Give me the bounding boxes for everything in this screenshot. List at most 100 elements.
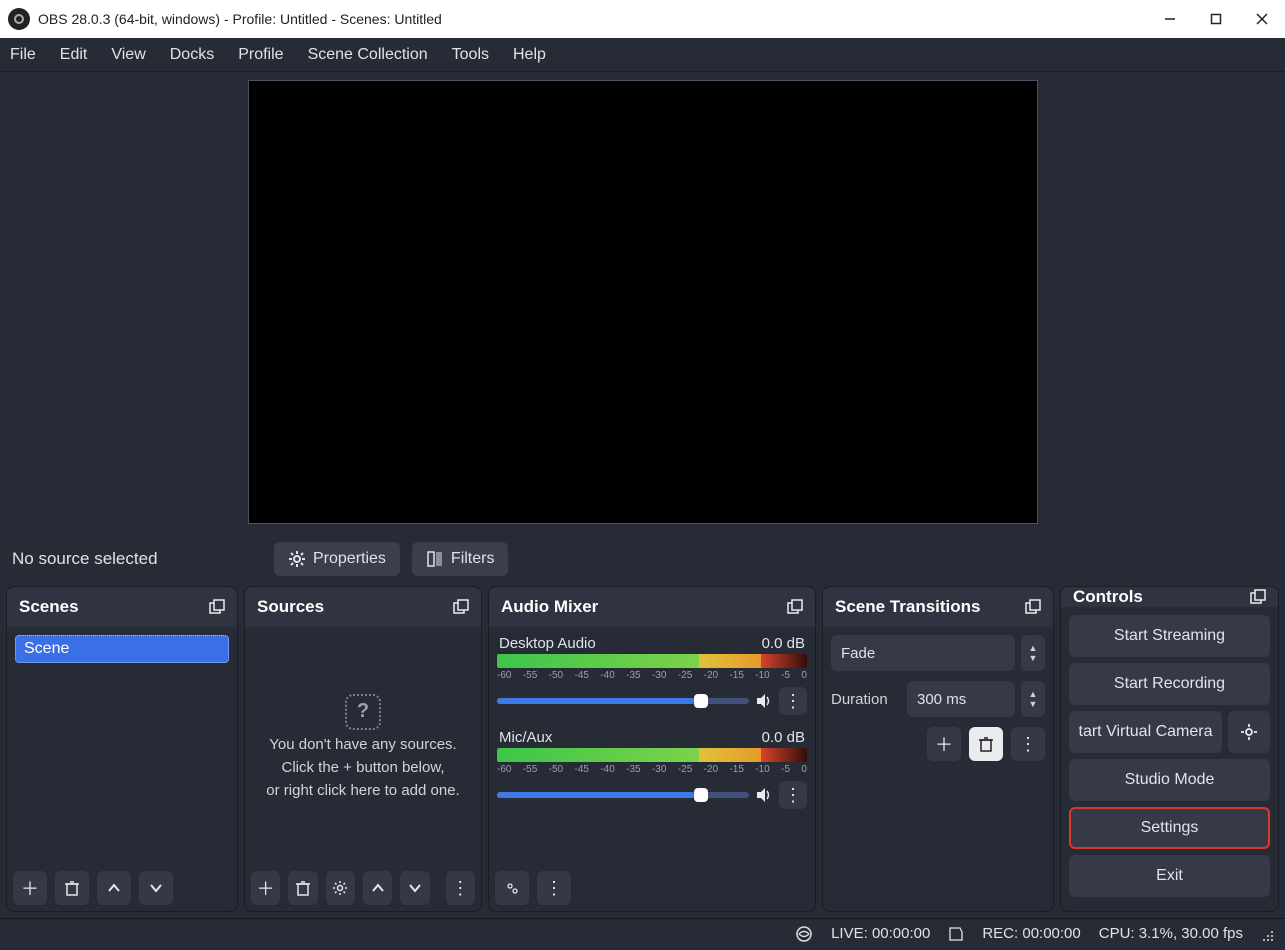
gears-icon — [504, 880, 520, 896]
filters-icon — [426, 550, 444, 568]
transition-add-button[interactable]: ＋ — [927, 727, 961, 761]
mixer-channel-level: 0.0 dB — [762, 635, 805, 652]
resize-grip-icon[interactable] — [1261, 927, 1275, 941]
channel-more-button[interactable]: ⋮ — [779, 687, 807, 715]
transition-remove-button[interactable] — [969, 727, 1003, 761]
transition-select[interactable]: Fade — [831, 635, 1015, 671]
audio-meter — [497, 748, 807, 762]
preview-area — [0, 72, 1285, 532]
properties-button[interactable]: Properties — [274, 542, 400, 576]
menu-help[interactable]: Help — [513, 46, 546, 64]
studio-mode-button[interactable]: Studio Mode — [1069, 759, 1270, 801]
source-properties-button[interactable] — [326, 871, 355, 905]
sources-placeholder-line: Click the + button below, — [281, 759, 444, 776]
chevron-down-icon — [149, 881, 163, 895]
mixer-channel-name: Mic/Aux — [499, 729, 552, 746]
mixer-more-button[interactable]: ⋮ — [537, 871, 571, 905]
mixer-header: Audio Mixer — [489, 587, 815, 627]
speaker-icon[interactable] — [755, 692, 773, 710]
chevron-down-icon — [408, 881, 422, 895]
duration-spinner[interactable]: ▲▼ — [1021, 681, 1045, 717]
meter-ticks: -60-55-50-45-40-35-30-25-20-15-10-50 — [497, 670, 807, 681]
menu-file[interactable]: File — [10, 46, 36, 64]
window-close-button[interactable] — [1239, 0, 1285, 38]
chevron-up-icon — [371, 881, 385, 895]
status-bar: LIVE: 00:00:00 REC: 00:00:00 CPU: 3.1%, … — [0, 918, 1285, 948]
source-more-button[interactable]: ⋮ — [446, 871, 475, 905]
window-title: OBS 28.0.3 (64-bit, windows) - Profile: … — [38, 11, 1147, 27]
duration-label: Duration — [831, 691, 901, 708]
question-icon: ? — [345, 694, 381, 730]
popout-icon[interactable] — [1025, 599, 1041, 615]
virtual-camera-settings-button[interactable] — [1228, 711, 1270, 753]
audio-meter — [497, 654, 807, 668]
start-streaming-button[interactable]: Start Streaming — [1069, 615, 1270, 657]
scene-remove-button[interactable] — [55, 871, 89, 905]
duration-input[interactable]: 300 ms — [907, 681, 1015, 717]
scenes-header: Scenes — [7, 587, 237, 627]
status-rec: REC: 00:00:00 — [982, 925, 1080, 942]
menu-scene-collection[interactable]: Scene Collection — [308, 46, 428, 64]
start-virtual-camera-button[interactable]: tart Virtual Camera — [1069, 711, 1222, 753]
audio-mixer-panel: Audio Mixer Desktop Audio 0.0 dB -60-55-50… — [488, 586, 816, 912]
meter-ticks: -60-55-50-45-40-35-30-25-20-15-10-50 — [497, 764, 807, 775]
menu-tools[interactable]: Tools — [452, 46, 489, 64]
sources-panel: Sources ? You don't have any sources. Cl… — [244, 586, 482, 912]
channel-more-button[interactable]: ⋮ — [779, 781, 807, 809]
speaker-icon[interactable] — [755, 786, 773, 804]
mixer-channel-level: 0.0 dB — [762, 729, 805, 746]
volume-slider[interactable] — [497, 698, 749, 704]
gear-icon — [288, 550, 306, 568]
source-toolbar: No source selected Properties Filters — [0, 532, 1285, 586]
window-titlebar: OBS 28.0.3 (64-bit, windows) - Profile: … — [0, 0, 1285, 38]
menu-docks[interactable]: Docks — [170, 46, 214, 64]
sources-header: Sources — [245, 587, 481, 627]
start-recording-button[interactable]: Start Recording — [1069, 663, 1270, 705]
menu-edit[interactable]: Edit — [60, 46, 88, 64]
popout-icon[interactable] — [1250, 589, 1266, 605]
exit-button[interactable]: Exit — [1069, 855, 1270, 897]
source-up-button[interactable] — [363, 871, 392, 905]
popout-icon[interactable] — [209, 599, 225, 615]
scene-add-button[interactable]: ＋ — [13, 871, 47, 905]
mixer-channel-name: Desktop Audio — [499, 635, 596, 652]
status-disk-icon — [948, 926, 964, 942]
menu-bar: File Edit View Docks Profile Scene Colle… — [0, 38, 1285, 72]
settings-button[interactable]: Settings — [1069, 807, 1270, 849]
status-live: LIVE: 00:00:00 — [831, 925, 930, 942]
transitions-header: Scene Transitions — [823, 587, 1053, 627]
trash-icon — [64, 880, 80, 896]
source-add-button[interactable]: ＋ — [251, 871, 280, 905]
volume-slider[interactable] — [497, 792, 749, 798]
mixer-advanced-button[interactable] — [495, 871, 529, 905]
popout-icon[interactable] — [787, 599, 803, 615]
status-cpu: CPU: 3.1%, 30.00 fps — [1099, 925, 1243, 942]
transitions-panel: Scene Transitions Fade ▲▼ Duration 300 m… — [822, 586, 1054, 912]
transition-more-button[interactable]: ⋮ — [1011, 727, 1045, 761]
source-down-button[interactable] — [400, 871, 429, 905]
menu-view[interactable]: View — [111, 46, 145, 64]
scene-up-button[interactable] — [97, 871, 131, 905]
trash-icon — [978, 736, 994, 752]
source-remove-button[interactable] — [288, 871, 317, 905]
scene-item[interactable]: Scene — [15, 635, 229, 663]
popout-icon[interactable] — [453, 599, 469, 615]
gear-icon — [1240, 723, 1258, 741]
trash-icon — [295, 880, 311, 896]
transition-spinner[interactable]: ▲▼ — [1021, 635, 1045, 671]
gear-icon — [332, 880, 348, 896]
controls-header: Controls — [1061, 587, 1278, 607]
sources-placeholder-line: You don't have any sources. — [269, 736, 456, 753]
chevron-up-icon — [107, 881, 121, 895]
preview-canvas[interactable] — [248, 80, 1038, 524]
controls-panel: Controls Start Streaming Start Recording… — [1060, 586, 1279, 912]
window-maximize-button[interactable] — [1193, 0, 1239, 38]
no-source-label: No source selected — [12, 549, 262, 569]
window-minimize-button[interactable] — [1147, 0, 1193, 38]
obs-app-icon — [8, 8, 30, 30]
scene-down-button[interactable] — [139, 871, 173, 905]
status-network-icon — [795, 925, 813, 943]
scenes-panel: Scenes Scene ＋ — [6, 586, 238, 912]
menu-profile[interactable]: Profile — [238, 46, 283, 64]
filters-button[interactable]: Filters — [412, 542, 509, 576]
